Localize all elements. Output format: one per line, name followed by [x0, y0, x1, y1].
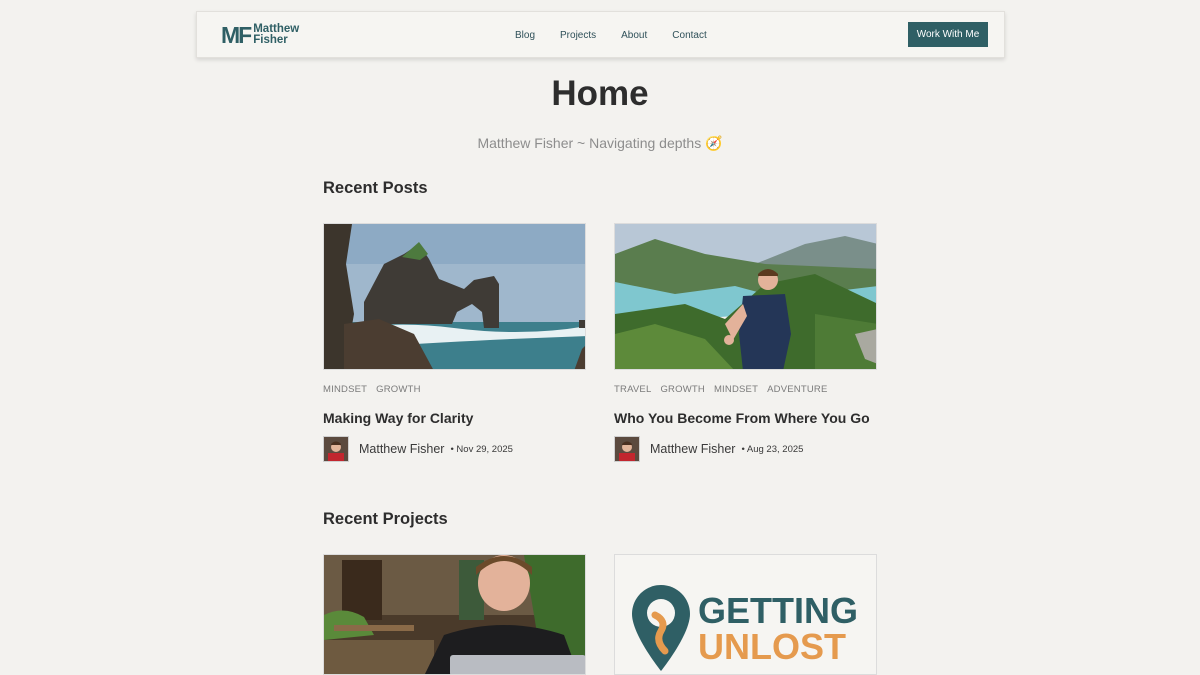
page-subtitle: Matthew Fisher ~ Navigating depths 🧭 [0, 135, 1200, 152]
author-name[interactable]: Matthew Fisher [359, 442, 444, 456]
tag[interactable]: GROWTH [660, 384, 704, 396]
logo-word-getting: GETTING [698, 590, 858, 631]
subtitle-text: Matthew Fisher ~ Navigating depths [477, 135, 702, 151]
post-date: • Nov 29, 2025 [450, 443, 513, 455]
site-header: MF Matthew Fisher Blog Projects About Co… [196, 11, 1005, 58]
logo-mark: MF [221, 22, 252, 48]
author-name[interactable]: Matthew Fisher [650, 442, 735, 456]
nav-link-about[interactable]: About [621, 30, 647, 41]
post-meta: Matthew Fisher • Aug 23, 2025 [614, 436, 877, 462]
project-card[interactable] [323, 554, 586, 675]
project-card[interactable]: GETTING UNLOST [614, 554, 877, 675]
post-date: • Aug 23, 2025 [741, 443, 804, 455]
tag[interactable]: ADVENTURE [767, 384, 827, 396]
project-thumbnail-laptop[interactable] [323, 554, 586, 675]
tag[interactable]: MINDSET [323, 384, 367, 396]
post-thumbnail-sea-arch[interactable] [323, 223, 586, 370]
tag[interactable]: GROWTH [376, 384, 420, 396]
post-title[interactable]: Making Way for Clarity [323, 410, 586, 426]
tag[interactable]: MINDSET [714, 384, 758, 396]
post-card[interactable]: MINDSET GROWTH Making Way for Clarity Ma… [323, 223, 586, 462]
site-logo[interactable]: MF Matthew Fisher [221, 22, 299, 48]
nav-link-contact[interactable]: Contact [672, 30, 706, 41]
project-thumbnail-getting-unlost[interactable]: GETTING UNLOST [614, 554, 877, 675]
post-title[interactable]: Who You Become From Where You Go [614, 410, 877, 426]
post-meta: Matthew Fisher • Nov 29, 2025 [323, 436, 586, 462]
logo-text: Matthew Fisher [253, 23, 299, 46]
nav-link-blog[interactable]: Blog [515, 30, 535, 41]
post-tags: MINDSET GROWTH [323, 384, 586, 396]
post-tags: TRAVEL GROWTH MINDSET ADVENTURE [614, 384, 877, 396]
nav-link-projects[interactable]: Projects [560, 30, 596, 41]
page-title: Home [551, 74, 649, 113]
tag[interactable]: TRAVEL [614, 384, 651, 396]
logo-last-name: Fisher [253, 34, 288, 46]
post-thumbnail-hilltop[interactable] [614, 223, 877, 370]
work-with-me-button[interactable]: Work With Me [908, 22, 988, 47]
main-nav: Blog Projects About Contact [515, 12, 732, 59]
recent-projects-heading: Recent Projects [323, 510, 448, 528]
post-card[interactable]: TRAVEL GROWTH MINDSET ADVENTURE Who You … [614, 223, 877, 462]
logo-word-unlost: UNLOST [698, 626, 846, 667]
author-avatar [614, 436, 640, 462]
author-avatar [323, 436, 349, 462]
recent-posts-heading: Recent Posts [323, 179, 428, 197]
compass-icon: 🧭 [705, 135, 723, 151]
